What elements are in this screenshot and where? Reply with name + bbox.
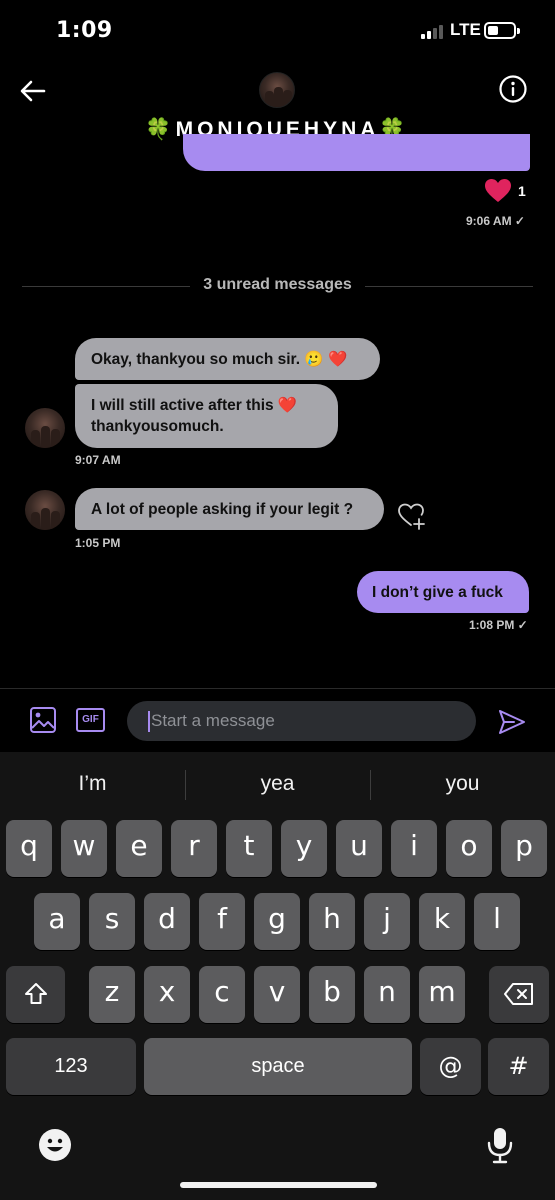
emoji-icon[interactable] — [38, 1128, 72, 1162]
suggestion-1[interactable]: I’m — [0, 772, 185, 796]
gif-button[interactable]: GIF — [76, 708, 105, 732]
microphone-icon[interactable] — [486, 1126, 514, 1164]
hash-key[interactable]: # — [488, 1038, 549, 1095]
key-j[interactable]: j — [364, 893, 410, 950]
reaction-count: 1 — [518, 182, 526, 199]
add-reaction-icon[interactable] — [397, 500, 427, 530]
message-timestamp: 9:07 AM — [75, 453, 121, 467]
home-indicator — [180, 1182, 377, 1188]
suggestion-3[interactable]: you — [370, 772, 555, 796]
space-key[interactable]: space — [144, 1038, 412, 1095]
key-k[interactable]: k — [419, 893, 465, 950]
image-icon[interactable] — [29, 706, 57, 734]
sender-avatar[interactable] — [25, 408, 65, 448]
sender-avatar[interactable] — [25, 490, 65, 530]
key-e[interactable]: e — [116, 820, 162, 877]
incoming-message-bubble[interactable]: I will still active after this ❤️ thanky… — [75, 384, 338, 448]
predictive-bar: I’m yea you — [0, 752, 555, 818]
key-y[interactable]: y — [281, 820, 327, 877]
message-text: I will still active after this ❤️ thanky… — [91, 397, 298, 435]
unread-divider-label: 3 unread messages — [203, 276, 352, 293]
message-timestamp: 9:06 AM ✓ — [466, 214, 525, 228]
key-m[interactable]: m — [419, 966, 465, 1023]
message-input-placeholder: Start a message — [151, 711, 275, 730]
incoming-message-bubble[interactable]: A lot of people asking if your legit ? — [75, 488, 384, 530]
message-reaction[interactable]: 1 — [484, 178, 526, 203]
message-timestamp: 1:05 PM — [75, 536, 121, 550]
key-a[interactable]: a — [34, 893, 80, 950]
network-label: LTE — [450, 20, 481, 39]
key-l[interactable]: l — [474, 893, 520, 950]
key-q[interactable]: q — [6, 820, 52, 877]
message-text: I don’t give a fuck — [372, 584, 503, 601]
keyboard: I’m yea you q w e r t y u i o p a s d f … — [0, 752, 555, 1200]
key-r[interactable]: r — [171, 820, 217, 877]
key-s[interactable]: s — [89, 893, 135, 950]
numbers-key[interactable]: 123 — [6, 1038, 136, 1095]
heart-icon — [485, 179, 511, 202]
key-o[interactable]: o — [446, 820, 492, 877]
signal-icon — [421, 25, 445, 39]
at-key[interactable]: @ — [420, 1038, 481, 1095]
send-icon[interactable] — [497, 708, 527, 736]
key-u[interactable]: u — [336, 820, 382, 877]
battery-icon — [484, 22, 520, 39]
message-timestamp: 1:08 PM ✓ — [469, 618, 528, 632]
message-composer: GIF Start a message — [0, 688, 555, 752]
incoming-message-bubble[interactable]: Okay, thankyou so much sir. 🥲 ❤️ — [75, 338, 380, 380]
key-n[interactable]: n — [364, 966, 410, 1023]
key-v[interactable]: v — [254, 966, 300, 1023]
unread-divider: 3 unread messages — [22, 276, 533, 296]
status-time: 1:09 — [56, 18, 113, 43]
key-b[interactable]: b — [309, 966, 355, 1023]
key-p[interactable]: p — [501, 820, 547, 877]
key-d[interactable]: d — [144, 893, 190, 950]
back-arrow-icon[interactable] — [18, 76, 48, 106]
key-c[interactable]: c — [199, 966, 245, 1023]
key-f[interactable]: f — [199, 893, 245, 950]
status-bar: 1:09 LTE — [0, 0, 555, 60]
contact-avatar[interactable] — [259, 72, 295, 108]
key-g[interactable]: g — [254, 893, 300, 950]
message-text: A lot of people asking if your legit ? — [91, 501, 354, 518]
delete-key[interactable] — [489, 966, 549, 1023]
key-t[interactable]: t — [226, 820, 272, 877]
shift-icon — [24, 983, 47, 1004]
info-icon[interactable] — [498, 74, 528, 104]
outgoing-message-bubble[interactable]: I don’t give a fuck — [357, 571, 529, 613]
message-input[interactable]: Start a message — [127, 701, 476, 741]
suggestion-2[interactable]: yea — [185, 772, 370, 796]
text-caret — [148, 711, 150, 732]
key-z[interactable]: z — [89, 966, 135, 1023]
shift-key[interactable] — [6, 966, 65, 1023]
key-i[interactable]: i — [391, 820, 437, 877]
backspace-icon — [504, 983, 533, 1005]
key-x[interactable]: x — [144, 966, 190, 1023]
message-text: Okay, thankyou so much sir. 🥲 ❤️ — [91, 351, 348, 368]
key-h[interactable]: h — [309, 893, 355, 950]
key-w[interactable]: w — [61, 820, 107, 877]
outgoing-message-bubble[interactable] — [183, 134, 530, 171]
